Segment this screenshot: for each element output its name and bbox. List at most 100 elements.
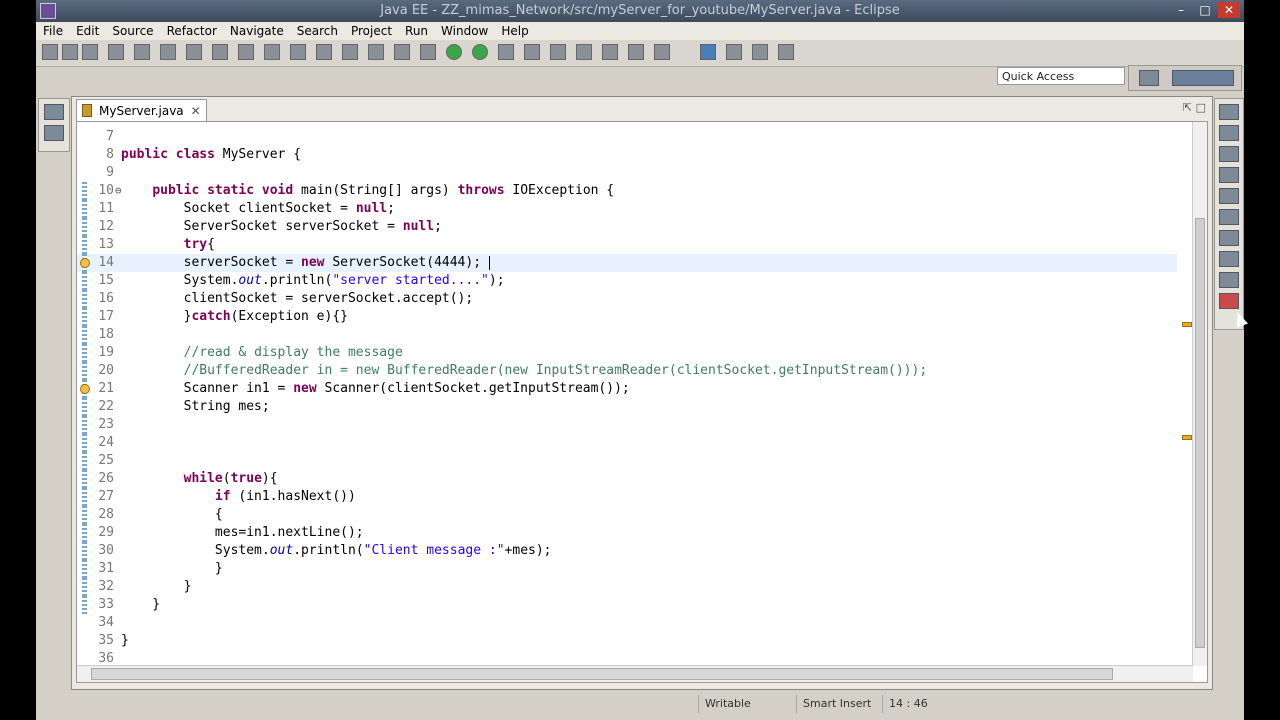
palette-icon[interactable] bbox=[1219, 146, 1239, 162]
debug-icon[interactable] bbox=[446, 44, 462, 60]
code-line[interactable]: 20 //BufferedReader in = new BufferedRea… bbox=[77, 362, 1177, 380]
toggle-mark-icon[interactable] bbox=[394, 44, 410, 60]
code-line[interactable]: 14 serverSocket = new ServerSocket(4444)… bbox=[77, 254, 1177, 272]
external-tools-icon[interactable] bbox=[524, 44, 540, 60]
code-text: System.out.println("server started....")… bbox=[121, 273, 505, 288]
block-selection-icon[interactable] bbox=[752, 44, 768, 60]
save-icon[interactable] bbox=[62, 44, 78, 60]
overview-warning-marker[interactable] bbox=[1182, 322, 1192, 327]
properties-icon[interactable] bbox=[1219, 188, 1239, 204]
maximize-button[interactable]: □ bbox=[1194, 2, 1216, 18]
code-line[interactable]: 28 { bbox=[77, 506, 1177, 524]
code-line[interactable]: 30 System.out.println("Client message :"… bbox=[77, 542, 1177, 560]
menu-run[interactable]: Run bbox=[398, 22, 434, 38]
code-line[interactable]: 13 try{ bbox=[77, 236, 1177, 254]
word-wrap-icon[interactable] bbox=[778, 44, 794, 60]
code-line[interactable]: 18 bbox=[77, 326, 1177, 344]
code-line[interactable]: 17 }catch(Exception e){} bbox=[77, 308, 1177, 326]
search-icon[interactable] bbox=[316, 44, 332, 60]
next-annotation-icon[interactable] bbox=[550, 44, 566, 60]
coverage-icon[interactable] bbox=[498, 44, 514, 60]
run-icon[interactable] bbox=[472, 44, 488, 60]
menu-search[interactable]: Search bbox=[290, 22, 344, 38]
horizontal-scrollbar[interactable] bbox=[77, 665, 1193, 682]
minimize-button[interactable]: – bbox=[1170, 2, 1192, 18]
code-line[interactable]: 27 if (in1.hasNext()) bbox=[77, 488, 1177, 506]
code-line[interactable]: 9 bbox=[77, 164, 1177, 182]
new-server-icon[interactable] bbox=[160, 44, 176, 60]
print-icon[interactable] bbox=[108, 44, 124, 60]
task-list-icon[interactable] bbox=[1219, 125, 1239, 141]
save-all-icon[interactable] bbox=[82, 44, 98, 60]
code-text: } bbox=[121, 579, 192, 594]
project-explorer-icon[interactable] bbox=[44, 125, 64, 141]
code-line[interactable]: 15 System.out.println("server started...… bbox=[77, 272, 1177, 290]
console-icon[interactable] bbox=[1219, 293, 1239, 309]
code-line[interactable]: 8 public class MyServer { bbox=[77, 146, 1177, 164]
menu-edit[interactable]: Edit bbox=[69, 22, 105, 38]
back-icon[interactable] bbox=[628, 44, 644, 60]
menu-file[interactable]: File bbox=[36, 22, 69, 38]
menu-project[interactable]: Project bbox=[344, 22, 398, 38]
servers-icon[interactable] bbox=[1219, 209, 1239, 225]
java-ee-perspective-icon[interactable] bbox=[1172, 70, 1235, 86]
close-window-button[interactable]: ✕ bbox=[1218, 2, 1240, 18]
vertical-scroll-thumb[interactable] bbox=[1195, 218, 1205, 648]
problems-icon[interactable] bbox=[1219, 272, 1239, 288]
annotation-icon[interactable] bbox=[368, 44, 384, 60]
open-type-icon[interactable] bbox=[290, 44, 306, 60]
show-whitespace-icon[interactable] bbox=[726, 44, 742, 60]
code-line[interactable]: 16 clientSocket = serverSocket.accept(); bbox=[77, 290, 1177, 308]
menu-help[interactable]: Help bbox=[494, 22, 534, 38]
code-line[interactable]: 32 } bbox=[77, 578, 1177, 596]
code-line[interactable]: 19 //read & display the message bbox=[77, 344, 1177, 362]
quick-access-input[interactable]: Quick Access bbox=[997, 67, 1125, 85]
menu-source[interactable]: Source bbox=[105, 22, 159, 38]
code-line[interactable]: 26 while(true){ bbox=[77, 470, 1177, 488]
previous-annotation-icon[interactable] bbox=[576, 44, 592, 60]
code-line[interactable]: 25 bbox=[77, 452, 1177, 470]
restore-icon[interactable] bbox=[44, 104, 64, 120]
horizontal-scroll-thumb[interactable] bbox=[91, 668, 1113, 680]
forward-icon[interactable] bbox=[654, 44, 670, 60]
code-line[interactable]: 33 } bbox=[77, 596, 1177, 614]
editor-tab-myserver[interactable]: MyServer.java ✕ bbox=[76, 99, 207, 121]
code-line[interactable]: 11 Socket clientSocket = null; bbox=[77, 200, 1177, 218]
code-line[interactable]: 31 } bbox=[77, 560, 1177, 578]
code-line[interactable]: 22 String mes; bbox=[77, 398, 1177, 416]
interface-icon[interactable] bbox=[238, 44, 254, 60]
code-line[interactable]: 24 bbox=[77, 434, 1177, 452]
enum-icon[interactable] bbox=[264, 44, 280, 60]
skip-breakpoints-icon[interactable] bbox=[420, 44, 436, 60]
pin-editor-icon[interactable] bbox=[700, 44, 716, 60]
code-editor[interactable]: 7 8 public class MyServer {9 10 ⊖ public sta… bbox=[76, 121, 1208, 683]
markers-icon[interactable] bbox=[1219, 167, 1239, 183]
code-line[interactable]: 21 Scanner in1 = new Scanner(clientSocke… bbox=[77, 380, 1177, 398]
code-line[interactable]: 35} bbox=[77, 632, 1177, 650]
overview-warning-marker[interactable] bbox=[1182, 435, 1192, 440]
code-line[interactable]: 12 ServerSocket serverSocket = null; bbox=[77, 218, 1177, 236]
package-icon[interactable] bbox=[186, 44, 202, 60]
code-line[interactable]: 23 bbox=[77, 416, 1177, 434]
code-line[interactable]: 7 bbox=[77, 128, 1177, 146]
vertical-scrollbar[interactable] bbox=[1192, 122, 1207, 666]
perspective-switcher[interactable] bbox=[1128, 65, 1242, 91]
open-task-icon[interactable] bbox=[342, 44, 358, 60]
editor-view-controls[interactable]: ⇱ □ bbox=[1183, 101, 1206, 114]
menu-navigate[interactable]: Navigate bbox=[223, 22, 290, 38]
menu-refactor[interactable]: Refactor bbox=[160, 22, 223, 38]
new-icon[interactable] bbox=[42, 44, 58, 60]
outline-icon[interactable] bbox=[1219, 104, 1239, 120]
code-line[interactable]: 10 ⊖ public static void main(String[] arg… bbox=[77, 182, 1177, 200]
menu-bar: File Edit Source Refactor Navigate Search Proj… bbox=[36, 22, 1244, 40]
code-line[interactable]: 34 bbox=[77, 614, 1177, 632]
last-edit-icon[interactable] bbox=[602, 44, 618, 60]
class-icon[interactable] bbox=[212, 44, 228, 60]
code-line[interactable]: 29 mes=in1.nextLine(); bbox=[77, 524, 1177, 542]
close-icon[interactable]: ✕ bbox=[191, 100, 201, 122]
server-icon[interactable] bbox=[134, 44, 150, 60]
snippets-icon[interactable] bbox=[1219, 251, 1239, 267]
open-perspective-icon[interactable] bbox=[1139, 70, 1159, 86]
menu-window[interactable]: Window bbox=[434, 22, 494, 38]
data-source-icon[interactable] bbox=[1219, 230, 1239, 246]
